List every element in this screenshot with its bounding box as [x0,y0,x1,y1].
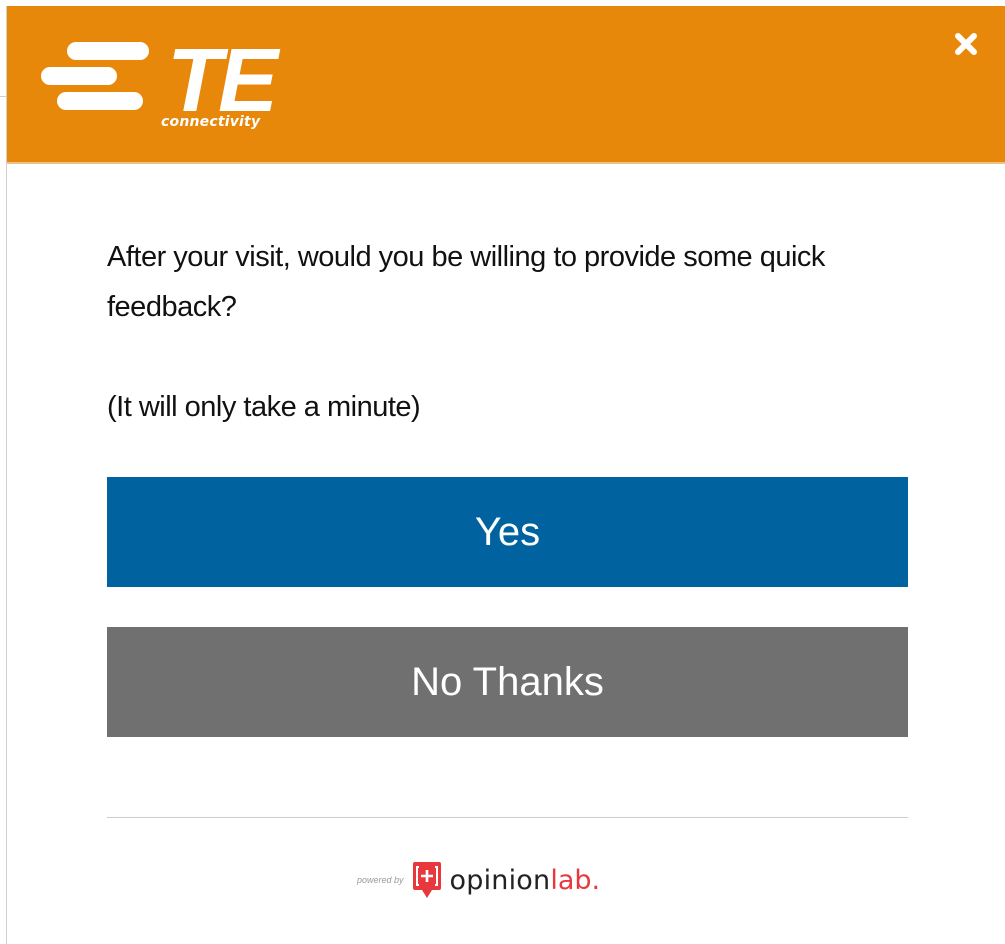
close-icon [955,33,977,55]
survey-duration-note: (It will only take a minute) [107,391,421,423]
opinionlab-plus-icon [412,860,442,900]
te-connectivity-logo: TE connectivity [37,31,297,144]
close-button[interactable] [952,30,980,58]
powered-by-label: powered by [357,875,404,885]
opinionlab-brand-accent: lab. [550,864,601,896]
feedback-invitation-dialog: TE connectivity After your visit, would … [6,6,1005,944]
footer-divider [107,817,908,818]
dialog-body: After your visit, would you be willing t… [107,232,908,423]
no-thanks-button[interactable]: No Thanks [107,627,908,737]
opinionlab-brand-main: opinion [449,864,551,896]
survey-question: After your visit, would you be willing t… [107,241,825,323]
powered-by-footer: powered by opinion lab. [357,856,600,904]
dialog-header: TE connectivity [7,6,1005,164]
logo-tagline: connectivity [161,114,261,130]
yes-button[interactable]: Yes [107,477,908,587]
